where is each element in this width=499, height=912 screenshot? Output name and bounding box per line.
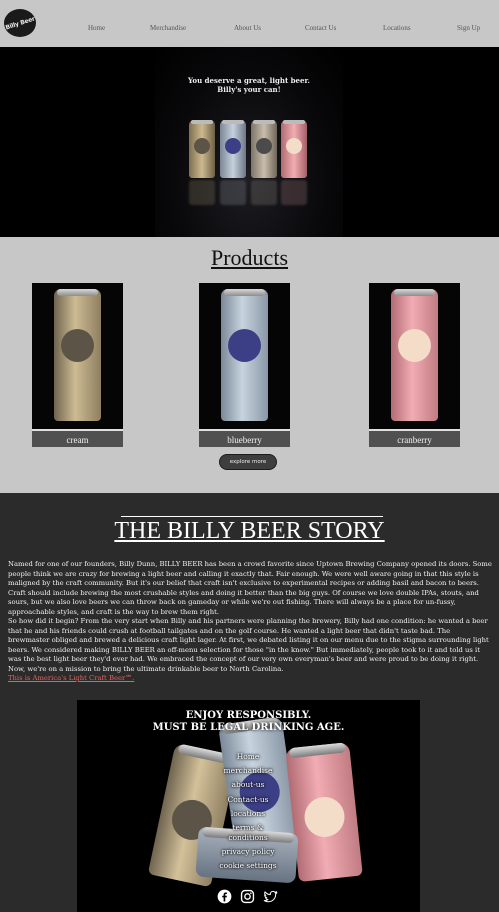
- logo-text: Billy Beer: [4, 14, 36, 32]
- product-label-cranberry[interactable]: cranberry: [369, 429, 460, 447]
- story-paragraph-1: Named for one of our founders, Billy Dun…: [8, 560, 492, 616]
- footer-link-contact-us[interactable]: Contact-us: [200, 795, 296, 804]
- footer: ENJOY RESPONSIBLY. MUST BE LEGAL DRINKIN…: [0, 700, 499, 912]
- footer-link-home[interactable]: Home: [200, 752, 296, 761]
- nav-link-home[interactable]: Home: [88, 24, 105, 32]
- nav-link-sign-up[interactable]: Sign Up: [457, 24, 480, 32]
- instagram-icon[interactable]: [240, 889, 255, 904]
- footer-link-about-us[interactable]: about-us: [200, 780, 296, 789]
- brand-logo[interactable]: Billy Beer: [4, 9, 36, 37]
- explore-more-button[interactable]: explore more: [219, 454, 277, 470]
- can-cream: [54, 289, 101, 421]
- hero-can-cream: [189, 120, 215, 178]
- story-paragraph-2: So how did it begin? From the very start…: [8, 617, 489, 673]
- product-image-cream[interactable]: [32, 283, 123, 429]
- hero-can-blueberry: [220, 120, 246, 178]
- hero-banner: You deserve a great, light beer. Billy's…: [0, 47, 499, 237]
- footer-warning-line2: MUST BE LEGAL DRINKING AGE.: [152, 722, 345, 733]
- footer-warning-line1: ENJOY RESPONSIBLY.: [185, 710, 312, 721]
- footer-link-merchandise[interactable]: merchandise: [200, 766, 296, 775]
- story-tagline-link[interactable]: This is America's Light Craft Beer℠.: [8, 674, 492, 684]
- story-section: THE BILLY BEER STORY Named for one of ou…: [0, 493, 499, 700]
- story-heading: THE BILLY BEER STORY: [114, 518, 385, 544]
- products-section: Products cream blueberry cranberry explo…: [0, 237, 499, 493]
- can-label-cream: [61, 329, 94, 362]
- hero-can-cranberry: [281, 120, 307, 178]
- product-image-blueberry[interactable]: [199, 283, 290, 429]
- product-label-blueberry[interactable]: blueberry: [199, 429, 290, 447]
- footer-warning: ENJOY RESPONSIBLY. MUST BE LEGAL DRINKIN…: [77, 710, 420, 734]
- footer-link-cookie-settings[interactable]: cookie settings: [200, 861, 296, 870]
- footer-link-locations[interactable]: locations: [200, 809, 296, 818]
- hero-tagline: You deserve a great, light beer. Billy's…: [155, 76, 343, 94]
- product-label-cream[interactable]: cream: [32, 429, 123, 447]
- nav-link-about-us[interactable]: About Us: [234, 24, 261, 32]
- nav-link-merchandise[interactable]: Merchandise: [150, 24, 186, 32]
- hero-can-original: [251, 120, 277, 178]
- product-image-cranberry[interactable]: [369, 283, 460, 429]
- nav-link-locations[interactable]: Locations: [383, 24, 411, 32]
- footer-link-terms[interactable]: terms &: [200, 823, 296, 832]
- footer-link-conditions[interactable]: conditions: [200, 833, 296, 842]
- hero-tagline-line1: You deserve a great, light beer.: [188, 76, 310, 85]
- facebook-icon[interactable]: [217, 889, 232, 904]
- story-body: Named for one of our founders, Billy Dun…: [8, 560, 492, 684]
- can-label-cranberry: [398, 329, 431, 362]
- hero-tagline-line2: Billy's your can!: [217, 85, 281, 94]
- products-heading: Products: [211, 245, 288, 270]
- can-cranberry: [391, 289, 438, 421]
- can-blueberry: [221, 289, 268, 421]
- footer-link-privacy-policy[interactable]: privacy policy: [200, 847, 296, 856]
- can-label-blueberry: [228, 329, 261, 362]
- story-divider: [121, 516, 383, 517]
- nav-link-contact-us[interactable]: Contact Us: [305, 24, 336, 32]
- top-nav: Billy Beer Home Merchandise About Us Con…: [0, 0, 499, 47]
- twitter-icon[interactable]: [263, 889, 278, 904]
- footer-can-cranberry: [285, 742, 363, 882]
